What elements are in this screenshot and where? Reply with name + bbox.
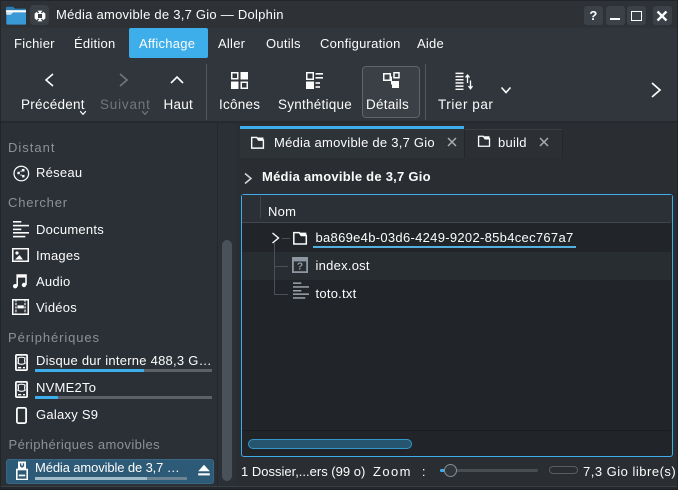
svg-text:?: ?	[297, 261, 303, 273]
